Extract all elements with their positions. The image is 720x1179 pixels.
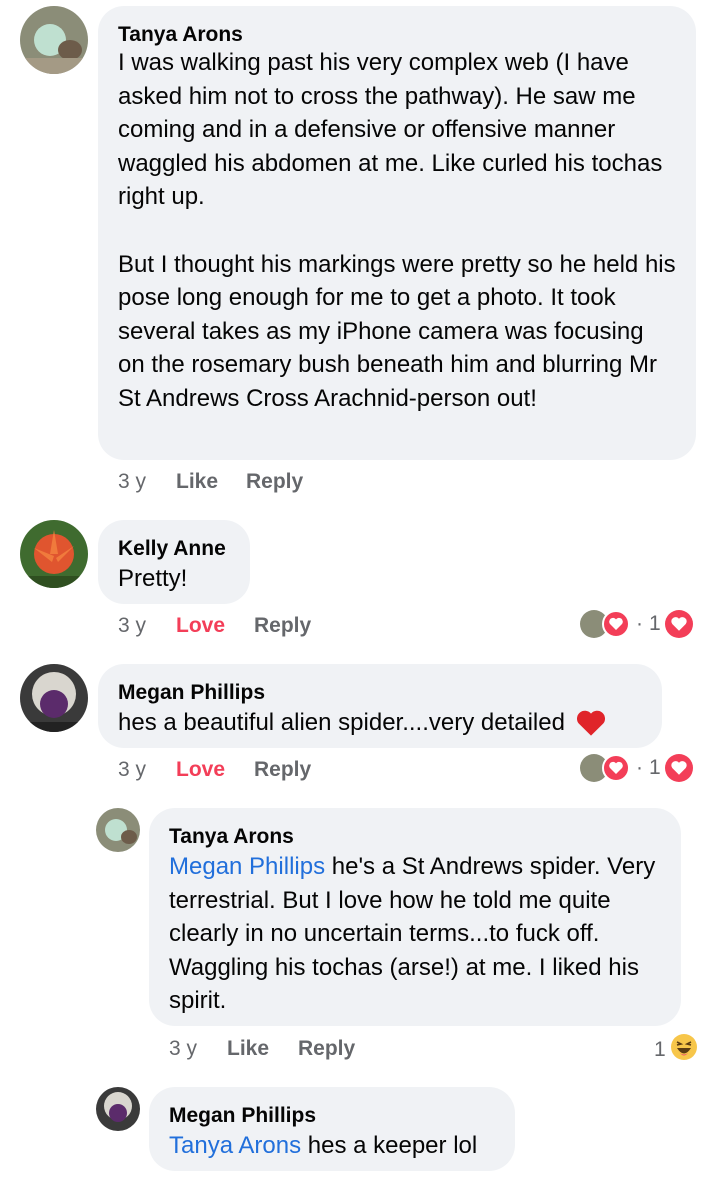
comment-time[interactable]: 3 y: [118, 470, 176, 494]
reply-button[interactable]: Reply: [246, 470, 303, 494]
comment-time[interactable]: 3 y: [118, 614, 176, 638]
comment-text: I was walking past his very complex web …: [118, 49, 676, 412]
reaction-count: 1: [654, 1038, 666, 1061]
reaction-summary[interactable]: 1: [654, 1033, 698, 1067]
reaction-separator: ·: [636, 612, 643, 635]
avatar[interactable]: [20, 520, 88, 588]
reply-button[interactable]: Reply: [254, 614, 311, 638]
avatar[interactable]: [96, 1087, 140, 1131]
comment-text: hes a beautiful alien spider....very det…: [118, 709, 565, 736]
avatar[interactable]: [20, 664, 88, 732]
red-heart-icon: [575, 707, 607, 744]
mention-link[interactable]: Tanya Arons: [169, 1132, 301, 1159]
reply-bubble: Tanya Arons Megan Phillips he's a St And…: [149, 808, 681, 1026]
love-reaction-icon: [664, 754, 693, 782]
comment-actions: 3 y Love Reply: [118, 614, 311, 638]
comment-text-row: Tanya Arons hes a keeper lol: [169, 1129, 495, 1163]
comment-bubble: Kelly Anne Pretty!: [98, 520, 250, 604]
reply-button[interactable]: Reply: [254, 758, 311, 782]
reaction-count: 1: [649, 756, 661, 779]
reaction-summary[interactable]: · 1: [580, 754, 693, 782]
love-reaction-icon: [602, 610, 630, 638]
comment-text-row: Megan Phillips he's a St Andrews spider.…: [169, 850, 661, 1018]
comment-actions: 3 y Like Reply: [169, 1037, 355, 1061]
love-button[interactable]: Love: [176, 614, 254, 638]
comment-text-row: hes a beautiful alien spider....very det…: [118, 706, 642, 744]
comment-author[interactable]: Megan Phillips: [118, 680, 642, 706]
reply-bubble: Megan Phillips Tanya Arons hes a keeper …: [149, 1087, 515, 1171]
mention-link[interactable]: Megan Phillips: [169, 853, 325, 880]
like-button[interactable]: Like: [227, 1037, 298, 1061]
reply-button[interactable]: Reply: [298, 1037, 355, 1061]
comment-actions: 3 y Love Reply: [118, 758, 311, 782]
reaction-count: 1: [649, 612, 661, 635]
avatar[interactable]: [96, 808, 140, 852]
love-button[interactable]: Love: [176, 758, 254, 782]
comment-bubble: Megan Phillips hes a beautiful alien spi…: [98, 664, 662, 748]
comment-author[interactable]: Megan Phillips: [169, 1103, 495, 1129]
reaction-summary[interactable]: · 1: [580, 610, 693, 638]
comment-author[interactable]: Tanya Arons: [169, 824, 661, 850]
love-reaction-icon: [602, 754, 630, 782]
comment-actions: 3 y Like Reply: [118, 470, 303, 494]
comment-text: hes a keeper lol: [301, 1132, 478, 1159]
like-button[interactable]: Like: [176, 470, 246, 494]
comment-author[interactable]: Tanya Arons: [118, 22, 676, 48]
comment-text: Pretty!: [118, 565, 188, 592]
comment-bubble: Tanya Arons I was walking past his very …: [98, 6, 696, 460]
comment-time[interactable]: 3 y: [169, 1037, 227, 1061]
comment-author[interactable]: Kelly Anne: [118, 536, 230, 562]
love-reaction-icon: [664, 610, 693, 638]
avatar[interactable]: [20, 6, 88, 74]
haha-reaction-icon: [670, 1033, 698, 1067]
comment-time[interactable]: 3 y: [118, 758, 176, 782]
reaction-separator: ·: [636, 756, 643, 779]
